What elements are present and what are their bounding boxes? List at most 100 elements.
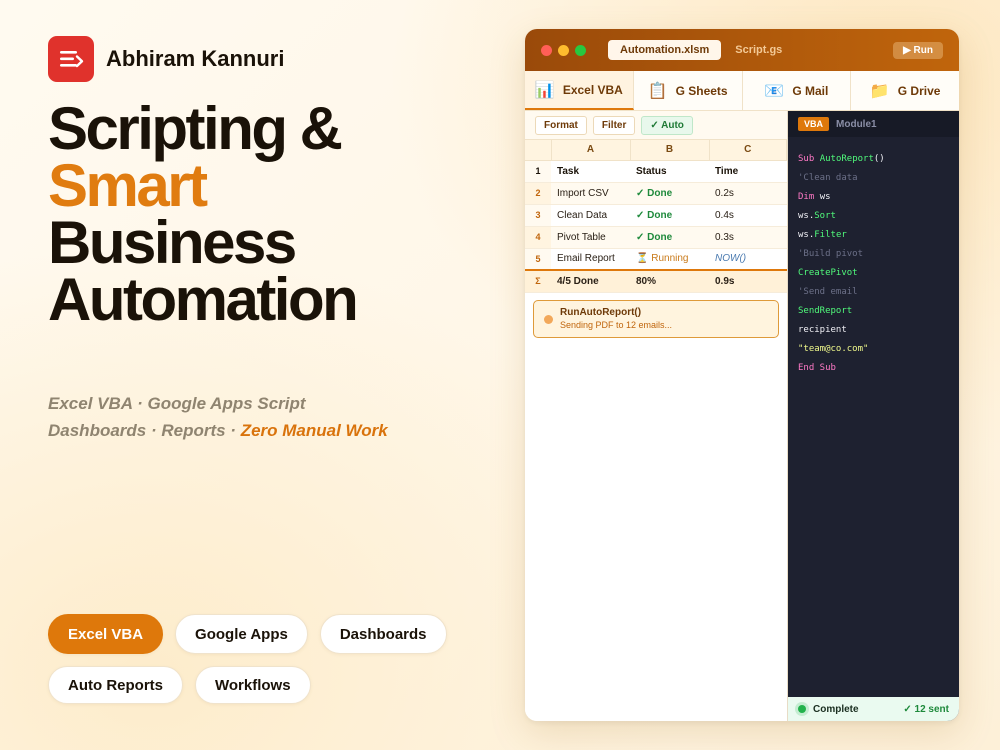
editor-header: VBA Module1 <box>788 111 959 137</box>
status-left: Complete <box>798 704 859 715</box>
subtitle: Excel VBA · Google Apps Script Dashboard… <box>48 390 388 444</box>
row-number[interactable]: Σ <box>525 269 551 293</box>
column-header-a[interactable]: A <box>551 140 631 161</box>
corner-cell[interactable] <box>525 140 552 161</box>
cell[interactable]: 0.4s <box>709 204 787 227</box>
format-button[interactable]: Format <box>535 115 587 135</box>
tab-g-drive[interactable]: 📁 G Drive <box>851 71 959 110</box>
cell[interactable]: ✓ Done <box>630 182 709 205</box>
cell[interactable]: ⏳ Running <box>630 248 709 271</box>
notice-subtitle: Sending PDF to 12 emails... <box>560 319 673 330</box>
spreadsheet-pane: Format Filter ✓ Auto A B C 1 Task Status… <box>525 111 788 721</box>
tab-g-mail[interactable]: 📧 G Mail <box>743 71 852 110</box>
code-line: End Sub <box>798 363 836 373</box>
tab-g-sheets[interactable]: 📋 G Sheets <box>634 71 743 110</box>
close-window-dot[interactable] <box>541 44 552 56</box>
service-tabs: 📊 Excel VBA 📋 G Sheets 📧 G Mail 📁 G Driv… <box>525 71 959 111</box>
code-line: Dim ws <box>798 188 949 207</box>
chip-excel-vba[interactable]: Excel VBA <box>48 614 164 654</box>
filter-button[interactable]: Filter <box>592 115 636 135</box>
file-tab-script[interactable]: Script.gs <box>723 40 794 60</box>
cell[interactable]: Clean Data <box>551 204 630 227</box>
cell[interactable]: NOW() <box>709 248 787 271</box>
code-token: ws. <box>798 211 815 221</box>
progress-dot-icon <box>544 314 553 324</box>
headline-line4: Automation <box>48 266 359 333</box>
code-area[interactable]: Sub AutoReport() 'Clean data Dim ws ws.S… <box>788 137 959 378</box>
tab-label: G Sheets <box>675 83 728 98</box>
notice-title: RunAutoReport() <box>560 306 642 318</box>
cell[interactable]: 0.9s <box>709 269 787 293</box>
tab-label: Excel VBA <box>562 82 623 97</box>
auto-toggle[interactable]: ✓ Auto <box>641 115 693 135</box>
cell[interactable]: ✓ Done <box>630 204 709 227</box>
cell[interactable]: 80% <box>630 269 709 293</box>
column-header-c[interactable]: C <box>709 140 787 161</box>
chip-google-apps[interactable]: Google Apps <box>175 614 308 654</box>
sent-count: ✓ 12 sent <box>903 703 949 715</box>
cell[interactable]: Pivot Table <box>551 226 630 249</box>
sheet-toolbar: Format Filter ✓ Auto <box>525 111 787 140</box>
cell[interactable]: Task <box>551 160 630 183</box>
hamburger-arrow-icon <box>48 36 94 82</box>
code-line: SendReport <box>798 306 853 316</box>
row-number[interactable]: 3 <box>525 204 551 227</box>
email-icon: 📧 <box>764 82 785 100</box>
code-token: Filter <box>814 230 847 240</box>
chip-dashboards[interactable]: Dashboards <box>319 614 447 654</box>
module-name[interactable]: Module1 <box>836 119 877 130</box>
table-row: 5 Email Report ⏳ Running NOW() <box>525 248 787 271</box>
cell[interactable]: 0.2s <box>709 182 787 205</box>
cell[interactable]: Import CSV <box>551 182 630 205</box>
title-bar: Automation.xlsm Script.gs ▶ Run <box>525 29 959 71</box>
cell[interactable]: 4/5 Done <box>551 269 630 293</box>
chip-auto-reports[interactable]: Auto Reports <box>48 666 183 704</box>
code-line: Sub AutoReport() <box>798 150 949 169</box>
tab-excel-vba[interactable]: 📊 Excel VBA <box>525 71 634 110</box>
cell[interactable]: ✓ Done <box>630 226 709 249</box>
macro-run-notice[interactable]: RunAutoReport() Sending PDF to 12 emails… <box>533 299 779 338</box>
minimize-window-dot[interactable] <box>558 44 569 56</box>
brand: Abhiram Kannuri <box>48 36 284 82</box>
code-token: ws <box>819 192 831 202</box>
column-header-row: A B C <box>525 140 787 161</box>
window-body: Format Filter ✓ Auto A B C 1 Task Status… <box>525 111 959 721</box>
code-token: Sub <box>798 154 820 164</box>
file-tab-automation[interactable]: Automation.xlsm <box>608 40 722 60</box>
code-token: Sort <box>814 211 836 221</box>
table-row: 4 Pivot Table ✓ Done 0.3s <box>525 226 787 249</box>
row-number[interactable]: 2 <box>525 182 551 205</box>
headline: Scripting & Smart Business Automation <box>48 99 359 333</box>
chip-workflows[interactable]: Workflows <box>195 666 311 704</box>
table-row: 3 Clean Data ✓ Done 0.4s <box>525 204 787 227</box>
code-line: 'Clean data <box>798 173 858 183</box>
spreadsheet-grid: A B C 1 Task Status Time 2 Import CSV ✓ … <box>525 140 787 293</box>
code-token: () <box>873 154 885 164</box>
code-line: recipient <box>798 325 847 335</box>
code-line: ws.Filter <box>798 226 949 245</box>
headline-line2: Smart <box>48 152 208 219</box>
maximize-window-dot[interactable] <box>575 44 586 56</box>
cell[interactable]: 0.3s <box>709 226 787 249</box>
tab-label: G Drive <box>897 83 941 98</box>
status-dot-icon <box>798 705 806 713</box>
cell[interactable]: Status <box>630 160 709 183</box>
app-window: Automation.xlsm Script.gs ▶ Run 📊 Excel … <box>525 29 959 721</box>
table-row: 2 Import CSV ✓ Done 0.2s <box>525 182 787 205</box>
chip-group: Excel VBA Google Apps Dashboards Auto Re… <box>48 614 468 704</box>
headline-line3: Business <box>48 209 297 276</box>
column-header-b[interactable]: B <box>630 140 710 161</box>
status-bar: Complete ✓ 12 sent <box>788 697 959 721</box>
row-number[interactable]: 1 <box>525 160 551 183</box>
row-number[interactable]: 4 <box>525 226 551 249</box>
code-line: 'Build pivot <box>798 249 864 259</box>
cell[interactable]: Email Report <box>551 248 630 271</box>
row-number[interactable]: 5 <box>525 248 551 271</box>
cell[interactable]: Time <box>709 160 787 183</box>
code-token: AutoReport <box>819 154 874 164</box>
code-token: Dim <box>798 192 820 202</box>
subtitle-line2-prefix: Dashboards · Reports · <box>48 421 241 440</box>
clipboard-icon: 📋 <box>647 82 668 100</box>
subtitle-line2: Dashboards · Reports · Zero Manual Work <box>48 417 388 444</box>
run-button[interactable]: ▶ Run <box>893 42 943 59</box>
